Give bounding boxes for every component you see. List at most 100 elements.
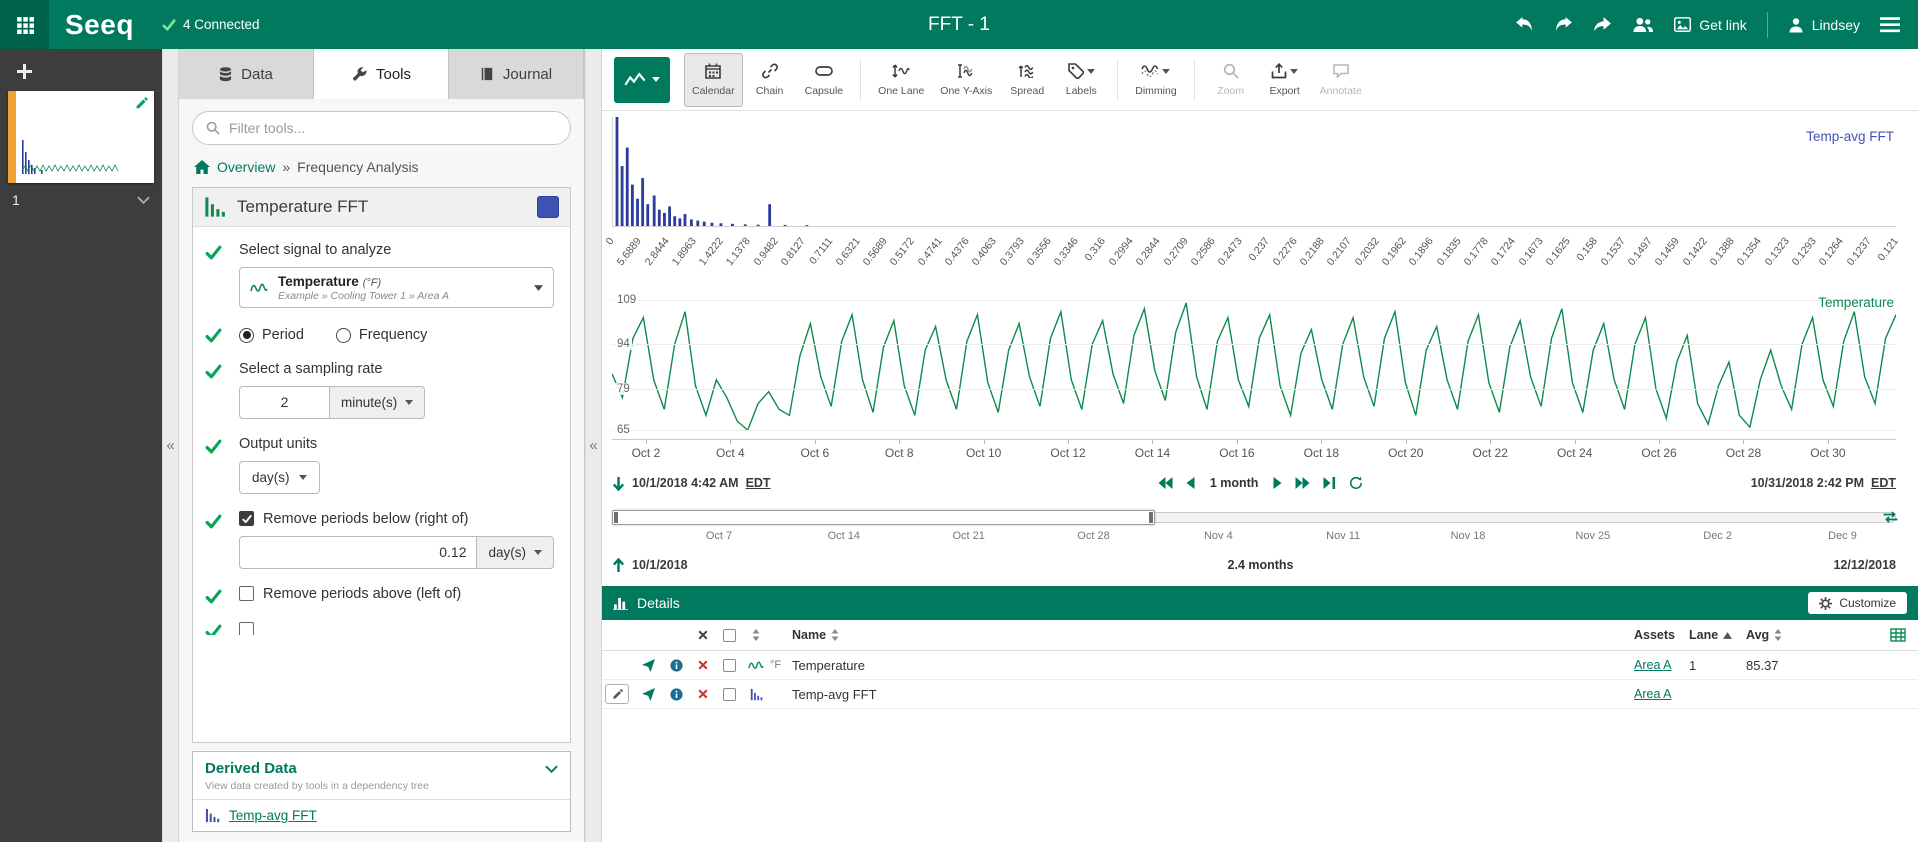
output-units-select[interactable]: day(s) [239,461,320,494]
filter-tools-search[interactable] [192,111,571,145]
info-icon[interactable] [670,659,683,672]
temperature-chart[interactable]: Temperature 109947965 [612,291,1896,440]
refresh-icon[interactable] [1349,476,1363,490]
connection-status[interactable]: 4 Connected [162,17,260,32]
column-avg[interactable]: Avg [1746,628,1878,642]
export-button[interactable]: Export [1258,53,1312,107]
share-forward-icon[interactable] [1593,16,1612,33]
app-grid-button[interactable] [0,0,49,49]
slider-selected-range[interactable] [612,510,1155,525]
frequency-radio[interactable]: Frequency [336,327,428,343]
remove-below-input[interactable] [239,536,476,569]
checkbox-unchecked[interactable] [239,586,254,601]
users-icon[interactable] [1632,16,1654,33]
navigate-icon[interactable] [642,688,655,701]
row-checkbox[interactable] [716,659,742,672]
redo-icon[interactable] [1554,16,1573,33]
remove-above-checkbox[interactable]: Remove periods above (left of) [239,586,554,602]
labels-button[interactable]: Labels [1054,53,1108,107]
home-icon[interactable] [194,160,210,174]
spread-button[interactable]: Spread [1000,53,1054,107]
fft-x-tick-label: 0.1497 [1626,235,1655,268]
sampling-unit-select[interactable]: minute(s) [329,386,425,419]
checkbox-checked[interactable] [239,511,254,526]
capsule-button[interactable]: Capsule [797,53,852,107]
remove-below-unit-select[interactable]: day(s) [476,536,554,569]
derived-item-link[interactable]: Temp-avg FFT [229,808,317,823]
color-swatch[interactable] [537,196,559,218]
table-row[interactable]: °F Temperature Area A 1 85.37 [602,651,1918,680]
range-swap-icon[interactable] [1882,511,1899,523]
remove-icon[interactable] [698,689,708,699]
info-icon[interactable] [670,688,683,701]
step-forward-double-icon[interactable] [1295,477,1310,489]
undo-icon[interactable] [1515,16,1534,33]
table-row[interactable]: Temp-avg FFT Area A [602,680,1918,709]
edit-item-button[interactable] [605,684,629,704]
collapse-tools-handle[interactable]: « [585,49,602,842]
zoom-button[interactable]: Zoom [1204,53,1258,107]
step-forward-icon[interactable] [1273,477,1282,489]
row-checkbox[interactable] [716,688,742,701]
one-y-axis-button[interactable]: One Y-Axis [932,53,1000,107]
view-mode-button[interactable] [614,57,670,103]
asset-link[interactable]: Area A [1634,687,1672,701]
row-name[interactable]: Temp-avg FFT [792,687,1634,702]
filter-tools-input[interactable] [229,120,557,136]
fft-legend[interactable]: Temp-avg FFT [1806,129,1894,144]
one-lane-button[interactable]: One Lane [870,53,932,107]
breadcrumb-current: Frequency Analysis [297,159,418,175]
step-back-icon[interactable] [1186,477,1195,489]
dimming-button[interactable]: Dimming [1127,53,1184,107]
sort-type-button[interactable] [742,629,770,641]
column-lane[interactable]: Lane [1689,628,1746,642]
fft-chart[interactable]: Temp-avg FFT [612,117,1896,227]
temperature-legend[interactable]: Temperature [1818,295,1894,310]
timezone-link[interactable]: EDT [1871,476,1896,490]
annotate-button[interactable]: Annotate [1312,53,1370,107]
tab-tools[interactable]: Tools [314,49,449,99]
seeq-logo[interactable]: Seeq [65,9,134,41]
period-radio[interactable]: Period [239,327,304,343]
investigate-end[interactable]: 12/12/2018 [1833,558,1896,572]
step-size-label[interactable]: 1 month [1210,476,1259,490]
sampling-rate-input[interactable] [239,386,329,419]
remove-below-checkbox[interactable]: Remove periods below (right of) [239,511,554,527]
edit-pencil-icon[interactable] [135,97,148,110]
column-assets[interactable]: Assets [1634,628,1689,642]
signal-select[interactable]: Temperature (°F) Example » Cooling Tower… [239,267,554,308]
user-menu[interactable]: Lindsey [1788,17,1860,33]
tab-data[interactable]: Data [179,49,314,99]
investigate-range-slider[interactable] [612,510,1896,525]
chevron-down-icon[interactable] [137,196,150,204]
calendar-button[interactable]: Calendar [684,53,743,107]
navigate-icon[interactable] [642,659,655,672]
radio-selected[interactable] [239,328,254,343]
get-link-button[interactable]: Get link [1674,17,1746,33]
timezone-link[interactable]: EDT [746,476,771,490]
step-back-double-icon[interactable] [1158,477,1173,489]
chain-button[interactable]: Chain [743,53,797,107]
remove-all-button[interactable] [690,630,716,640]
investigate-start[interactable]: 10/1/2018 [612,558,688,573]
add-worksheet-button[interactable] [17,64,32,79]
remove-icon[interactable] [698,660,708,670]
breadcrumb-overview-link[interactable]: Overview [217,159,275,175]
export-table-button[interactable] [1878,628,1918,642]
step-to-now-icon[interactable] [1323,477,1336,489]
checkbox-unchecked[interactable] [239,622,254,635]
column-name[interactable]: Name [792,628,1634,642]
row-name[interactable]: Temperature [792,658,1634,673]
tab-journal[interactable]: Journal [449,49,584,99]
derived-data-header[interactable]: Derived Data [193,752,570,780]
display-range-end[interactable]: 10/31/2018 2:42 PM EDT [1751,476,1896,490]
worksheet-thumbnail[interactable] [8,91,154,183]
collapse-worksheets-handle[interactable]: « [162,49,179,842]
hamburger-menu-icon[interactable] [1880,17,1900,33]
display-range-start[interactable]: 10/1/2018 4:42 AM EDT [612,476,771,491]
derived-data-item[interactable]: Temp-avg FFT [193,800,570,831]
asset-link[interactable]: Area A [1634,658,1672,672]
radio-unselected[interactable] [336,328,351,343]
customize-button[interactable]: Customize [1808,592,1907,614]
select-all-checkbox[interactable] [716,629,742,642]
